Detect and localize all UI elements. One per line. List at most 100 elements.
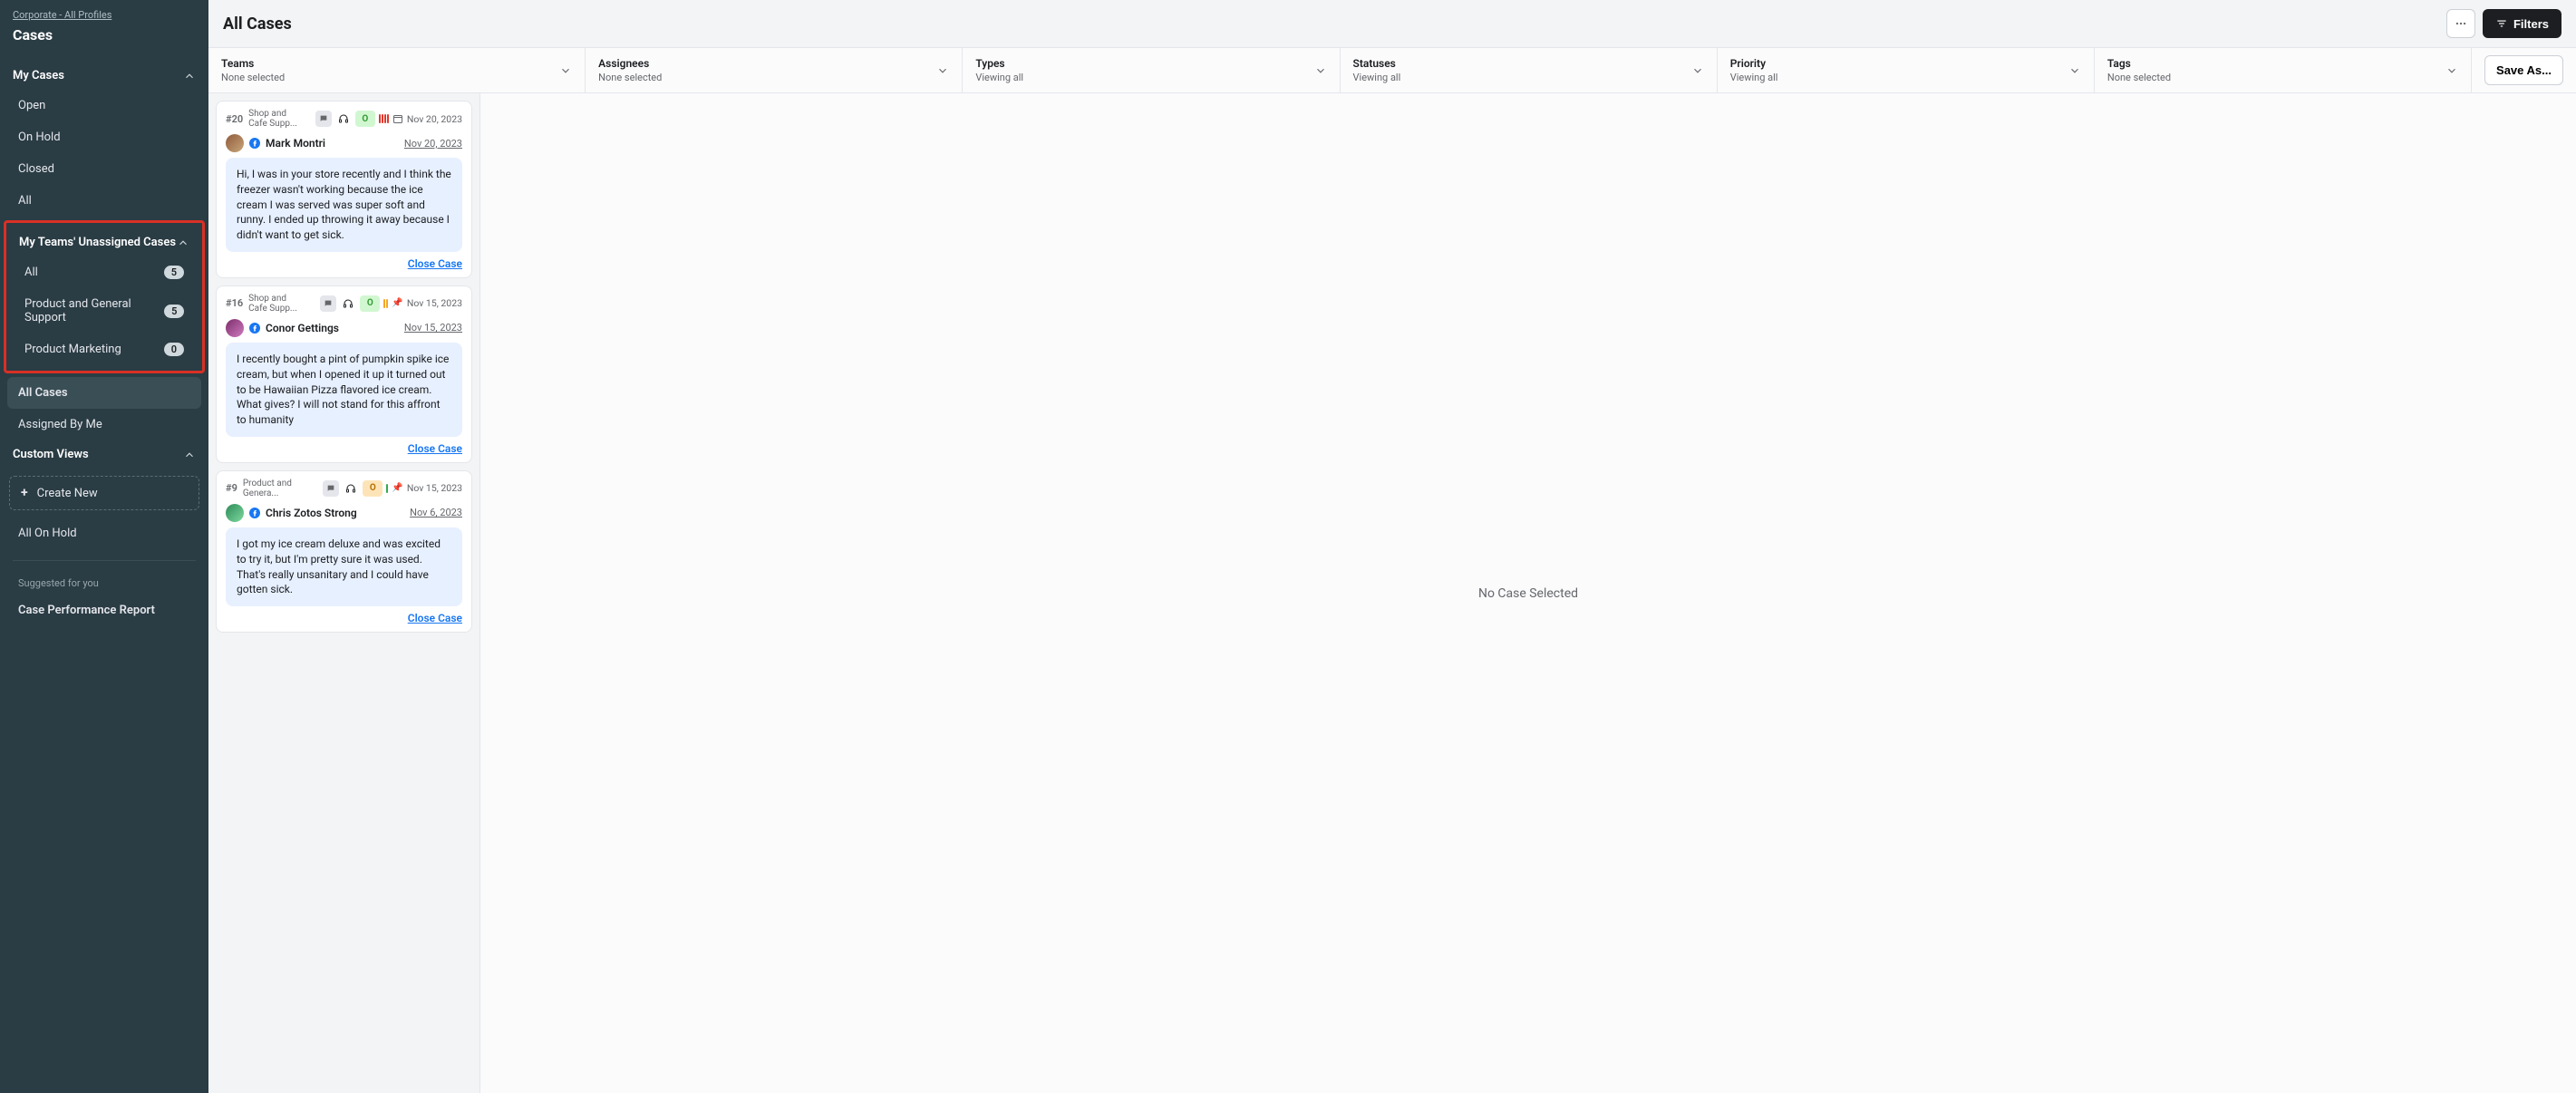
- case-id: #9: [226, 482, 237, 494]
- suggested-label: Suggested for you: [0, 572, 208, 595]
- chevron-down-icon: [1691, 64, 1704, 77]
- message-preview: I recently bought a pint of pumpkin spik…: [226, 343, 462, 437]
- filter-bar: TeamsNone selected AssigneesNone selecte…: [208, 47, 2576, 93]
- facebook-icon: [249, 508, 260, 518]
- headset-icon: [335, 111, 352, 127]
- nav-item-unassigned-product-marketing[interactable]: Product Marketing 0: [6, 334, 202, 365]
- divider: [13, 560, 196, 561]
- header: All Cases Filters: [208, 0, 2576, 47]
- author-name[interactable]: Mark Montri: [266, 137, 325, 150]
- save-as-button[interactable]: Save As...: [2484, 55, 2563, 85]
- case-date: Nov 15, 2023: [407, 482, 462, 494]
- main: All Cases Filters TeamsNone selected Ass…: [208, 0, 2576, 1093]
- filter-assignees[interactable]: AssigneesNone selected: [586, 48, 963, 92]
- chevron-down-icon: [1314, 64, 1327, 77]
- count-badge: 5: [164, 305, 184, 318]
- plus-icon: +: [21, 486, 28, 500]
- priority-bars: [386, 484, 388, 493]
- author-date[interactable]: Nov 20, 2023: [404, 138, 462, 150]
- facebook-icon: [249, 138, 260, 149]
- priority-bars: [379, 114, 389, 123]
- nav-item-all-cases[interactable]: All Cases: [7, 377, 201, 409]
- filter-icon: [2495, 17, 2508, 30]
- chevron-down-icon: [559, 64, 572, 77]
- count-badge: 5: [164, 266, 184, 279]
- case-card[interactable]: #9 Product and Genera... O 📌 Nov 15, 202…: [216, 470, 472, 633]
- case-card[interactable]: #16 Shop and Cafe Supp... O 📌 Nov 15, 20…: [216, 285, 472, 463]
- avatar: [226, 504, 244, 522]
- chat-icon: [315, 111, 332, 127]
- nav-item-assigned-by-me[interactable]: Assigned By Me: [0, 409, 208, 440]
- facebook-icon: [249, 323, 260, 334]
- status-badge: O: [355, 111, 375, 127]
- filter-statuses[interactable]: StatusesViewing all: [1341, 48, 1718, 92]
- avatar: [226, 134, 244, 152]
- breadcrumb[interactable]: Corporate - All Profiles: [13, 9, 196, 21]
- case-team: Product and Genera...: [243, 479, 297, 498]
- priority-bars: [383, 299, 388, 308]
- page-title: All Cases: [223, 15, 292, 34]
- nav-item-open[interactable]: Open: [0, 90, 208, 121]
- avatar: [226, 319, 244, 337]
- chevron-down-icon: [2068, 64, 2081, 77]
- nav-item-unassigned-all[interactable]: All 5: [6, 256, 202, 288]
- chevron-down-icon: [936, 64, 949, 77]
- chat-icon: [323, 480, 339, 497]
- case-team: Shop and Cafe Supp...: [248, 109, 303, 129]
- case-date: Nov 20, 2023: [407, 113, 462, 125]
- case-id: #20: [226, 113, 243, 125]
- close-case-link[interactable]: Close Case: [226, 257, 462, 270]
- filters-button[interactable]: Filters: [2483, 9, 2561, 38]
- headset-icon: [343, 480, 359, 497]
- nav-item-all-on-hold[interactable]: All On Hold: [0, 517, 208, 549]
- highlighted-section: My Teams' Unassigned Cases All 5 Product…: [4, 220, 205, 373]
- case-team: Shop and Cafe Supp...: [248, 294, 303, 314]
- author-date[interactable]: Nov 6, 2023: [410, 507, 462, 518]
- filter-types[interactable]: TypesViewing all: [963, 48, 1340, 92]
- author-name[interactable]: Conor Gettings: [266, 322, 339, 334]
- message-preview: I got my ice cream deluxe and was excite…: [226, 527, 462, 606]
- section-unassigned[interactable]: My Teams' Unassigned Cases: [6, 228, 202, 256]
- chevron-up-icon: [183, 70, 196, 82]
- close-case-link[interactable]: Close Case: [226, 442, 462, 455]
- chevron-up-icon: [177, 237, 189, 249]
- section-label: Custom Views: [13, 448, 89, 461]
- status-badge: O: [360, 295, 380, 312]
- pin-icon: 📌: [392, 298, 402, 308]
- count-badge: 0: [164, 343, 184, 356]
- more-options-button[interactable]: [2446, 9, 2475, 38]
- case-card[interactable]: #20 Shop and Cafe Supp... O Nov 20, 2023…: [216, 101, 472, 278]
- create-new-view-button[interactable]: + Create New: [9, 476, 199, 510]
- dots-icon: [2455, 17, 2467, 30]
- section-custom-views[interactable]: Custom Views: [0, 440, 208, 469]
- filter-teams[interactable]: TeamsNone selected: [208, 48, 586, 92]
- chat-icon: [320, 295, 336, 312]
- nav-item-unassigned-product-general[interactable]: Product and General Support 5: [6, 288, 202, 334]
- case-id: #16: [226, 297, 243, 309]
- author-date[interactable]: Nov 15, 2023: [404, 322, 462, 334]
- section-label: My Teams' Unassigned Cases: [19, 236, 176, 249]
- nav-item-all[interactable]: All: [0, 185, 208, 217]
- close-case-link[interactable]: Close Case: [226, 612, 462, 624]
- case-date: Nov 15, 2023: [407, 297, 462, 309]
- pin-icon: 📌: [392, 483, 402, 493]
- message-preview: Hi, I was in your store recently and I t…: [226, 158, 462, 252]
- chevron-down-icon: [2445, 64, 2458, 77]
- case-list[interactable]: #20 Shop and Cafe Supp... O Nov 20, 2023…: [208, 93, 480, 1093]
- nav-item-case-performance-report[interactable]: Case Performance Report: [0, 595, 208, 626]
- nav-item-closed[interactable]: Closed: [0, 153, 208, 185]
- section-my-cases[interactable]: My Cases: [0, 62, 208, 90]
- section-label: My Cases: [13, 69, 64, 82]
- chevron-up-icon: [183, 449, 196, 461]
- status-badge: O: [363, 480, 383, 497]
- nav-item-onhold[interactable]: On Hold: [0, 121, 208, 153]
- calendar-icon: [392, 113, 403, 124]
- sidebar-title: Cases: [13, 26, 196, 44]
- author-name[interactable]: Chris Zotos Strong: [266, 507, 357, 519]
- empty-state-text: No Case Selected: [1478, 586, 1578, 601]
- sidebar: Corporate - All Profiles Cases My Cases …: [0, 0, 208, 1093]
- headset-icon: [340, 295, 356, 312]
- filter-tags[interactable]: TagsNone selected: [2095, 48, 2472, 92]
- filter-priority[interactable]: PriorityViewing all: [1718, 48, 2095, 92]
- detail-pane: No Case Selected: [480, 93, 2576, 1093]
